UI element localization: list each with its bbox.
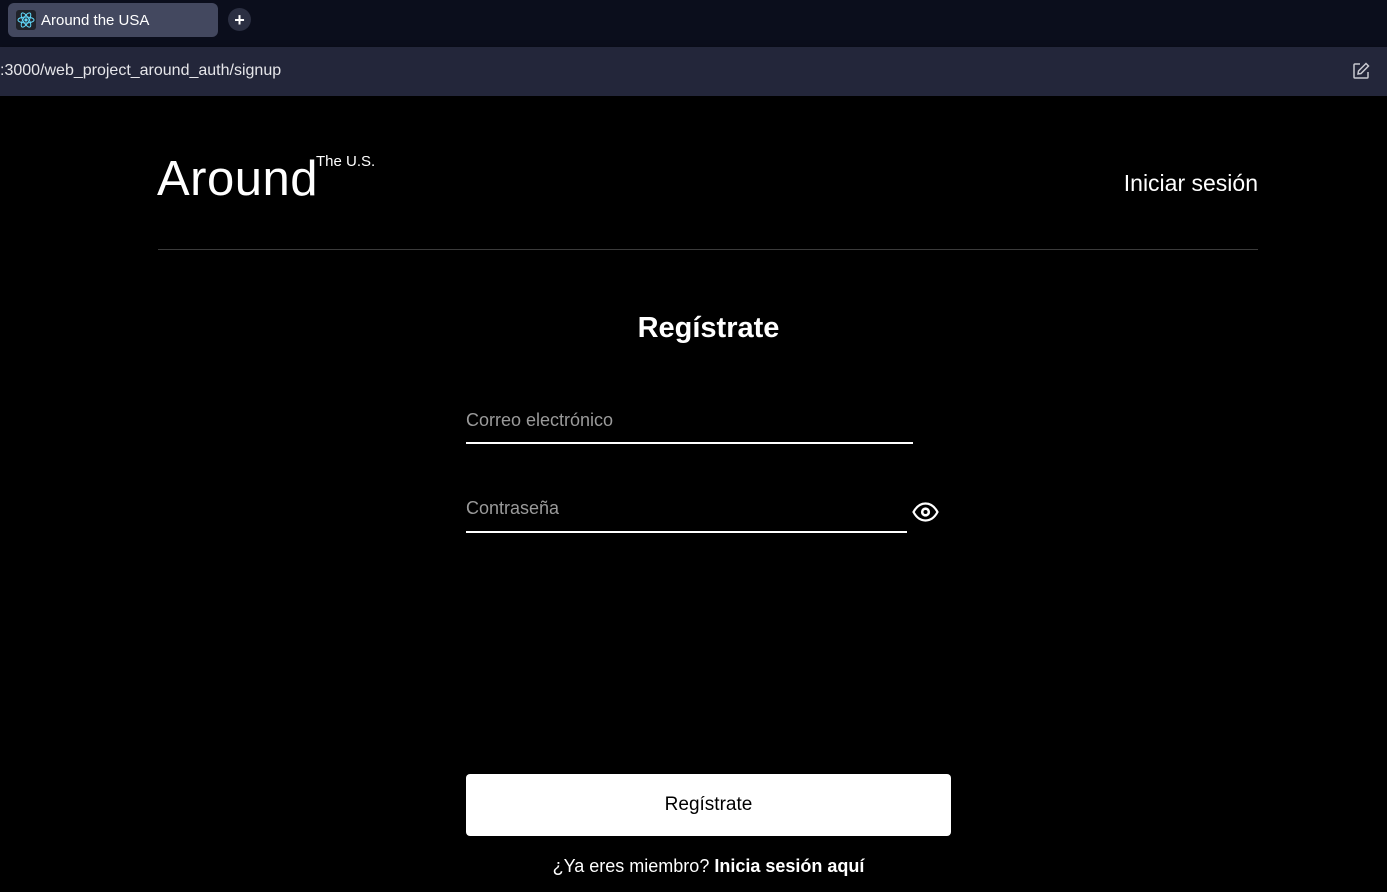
form-title: Regístrate: [637, 312, 780, 344]
header-divider: [158, 249, 1258, 250]
email-field[interactable]: [466, 408, 913, 444]
login-prompt-text: ¿Ya eres miembro?: [552, 856, 710, 876]
login-here-link[interactable]: Inicia sesión aquí: [714, 856, 864, 876]
logo-title: Around: [157, 152, 319, 206]
url-text[interactable]: :3000/web_project_around_auth/signup: [0, 62, 281, 80]
login-link[interactable]: Iniciar sesión: [1120, 170, 1258, 197]
react-icon: [16, 10, 36, 30]
logo-subtitle: The U.S.: [316, 153, 376, 170]
password-field[interactable]: [466, 496, 907, 533]
login-prompt: ¿Ya eres miembro? Inicia sesión aquí: [466, 856, 951, 877]
new-tab-button[interactable]: +: [228, 8, 251, 31]
eye-icon[interactable]: [912, 501, 939, 523]
address-bar[interactable]: :3000/web_project_around_auth/signup: [0, 47, 1387, 96]
browser-tab[interactable]: Around the USA: [8, 3, 218, 37]
tab-title: Around the USA: [41, 12, 150, 29]
submit-button[interactable]: Regístrate: [466, 774, 951, 836]
edit-icon[interactable]: [1351, 61, 1371, 81]
browser-tab-bar: Around the USA +: [0, 0, 1387, 47]
